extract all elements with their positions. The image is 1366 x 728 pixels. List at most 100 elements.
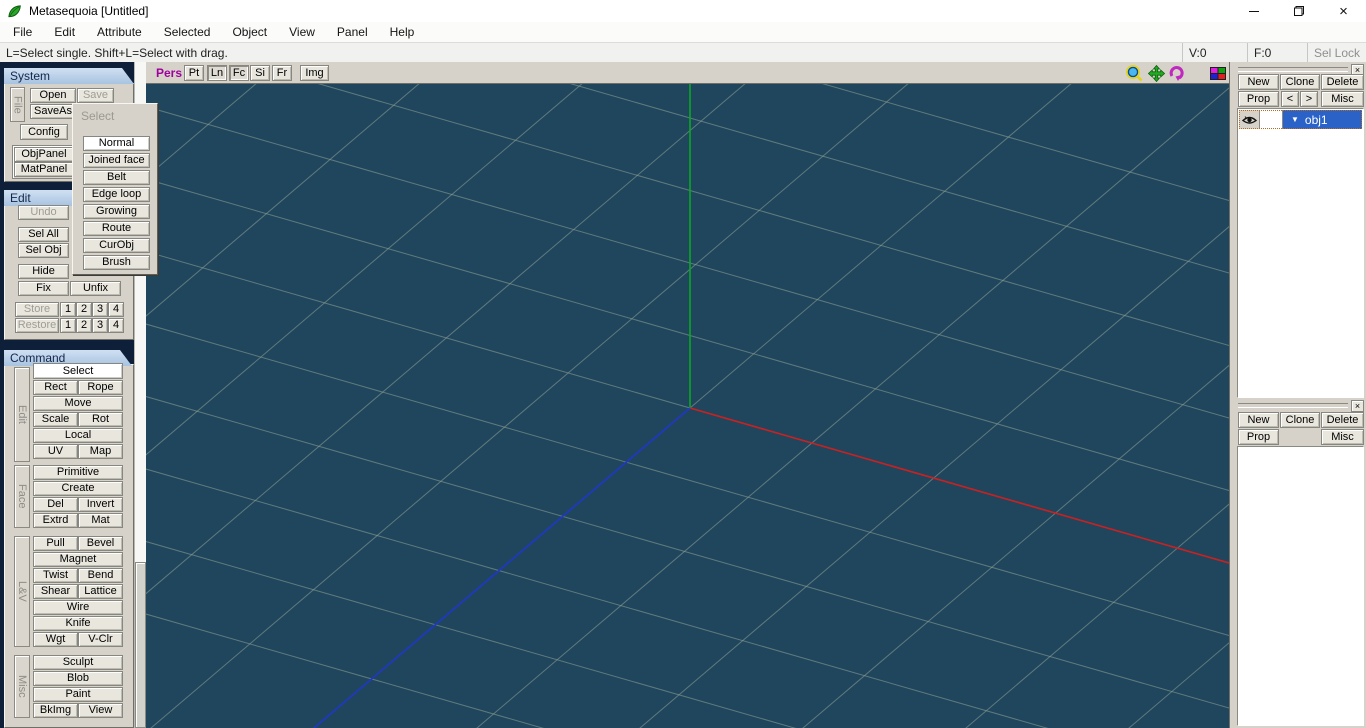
store-button[interactable]: Store [15,302,59,317]
sculpt-button[interactable]: Sculpt [33,655,123,670]
extrd-button[interactable]: Extrd [33,513,78,528]
img-button[interactable]: Img [300,65,329,81]
saveas-button[interactable]: SaveAs [30,104,76,119]
object-prev-button[interactable]: < [1281,91,1299,107]
material-panel-grip[interactable] [1238,403,1348,408]
restore-slot-1[interactable]: 1 [60,318,76,333]
palette-icon[interactable] [1209,65,1226,81]
view-button[interactable]: View [78,703,123,718]
shear-button[interactable]: Shear [33,584,78,599]
save-button[interactable]: Save [77,88,114,103]
select-mode-route[interactable]: Route [83,221,150,236]
menu-object[interactable]: Object [221,22,278,42]
select-mode-joined-face[interactable]: Joined face [83,153,150,168]
menu-panel[interactable]: Panel [326,22,379,42]
lock-toggle-cell[interactable] [1260,110,1283,129]
move-button[interactable]: Move [33,396,123,411]
select-mode-growing[interactable]: Growing [83,204,150,219]
vclr-button[interactable]: V-Clr [78,632,123,647]
toggle-si-button[interactable]: Si [250,65,270,81]
store-slot-2[interactable]: 2 [76,302,92,317]
knife-button[interactable]: Knife [33,616,123,631]
object-prop-button[interactable]: Prop [1238,91,1279,107]
rect-button[interactable]: Rect [33,380,78,395]
restore-button[interactable] [1276,0,1321,22]
menu-selected[interactable]: Selected [153,22,222,42]
material-list[interactable] [1237,446,1364,726]
rot-button[interactable]: Rot [78,412,123,427]
uv-button[interactable]: UV [33,444,78,459]
material-misc-button[interactable]: Misc [1321,429,1364,445]
zoom-tool-icon[interactable] [1125,64,1143,81]
material-delete-button[interactable]: Delete [1321,412,1364,428]
open-button[interactable]: Open [30,88,76,103]
toggle-lines-button[interactable]: Ln [207,65,227,81]
select-mode-belt[interactable]: Belt [83,170,150,185]
menu-help[interactable]: Help [379,22,426,42]
toggle-faces-button[interactable]: Fc [229,65,249,81]
view-mode-label[interactable]: Pers [156,66,182,80]
toggle-points-button[interactable]: Pt [184,65,204,81]
hide-button[interactable]: Hide [18,264,69,279]
object-panel-grip[interactable] [1238,67,1348,72]
map-button[interactable]: Map [78,444,123,459]
scale-button[interactable]: Scale [33,412,78,427]
lattice-button[interactable]: Lattice [78,584,123,599]
object-list-item[interactable]: ▼ obj1 [1239,110,1362,129]
pull-button[interactable]: Pull [33,536,78,551]
bevel-button[interactable]: Bevel [78,536,123,551]
select-mode-normal[interactable]: Normal [83,136,150,151]
paint-button[interactable]: Paint [33,687,123,702]
sel-lock-indicator[interactable]: Sel Lock [1308,43,1366,62]
visibility-toggle[interactable] [1239,110,1260,129]
blob-button[interactable]: Blob [33,671,123,686]
object-clone-button[interactable]: Clone [1280,74,1320,90]
object-misc-button[interactable]: Misc [1321,91,1364,107]
object-name-cell[interactable]: ▼ obj1 [1283,110,1362,129]
material-new-button[interactable]: New [1238,412,1279,428]
del-button[interactable]: Del [33,497,78,512]
mat-button[interactable]: Mat [78,513,123,528]
menu-view[interactable]: View [278,22,326,42]
material-prop-button[interactable]: Prop [1238,429,1279,445]
fix-button[interactable]: Fix [18,281,69,296]
local-button[interactable]: Local [33,428,123,443]
config-button[interactable]: Config [20,124,68,140]
sidebar-scrollbar-thumb[interactable] [135,562,146,728]
store-slot-3[interactable]: 3 [92,302,108,317]
objpanel-button[interactable]: ObjPanel [14,147,74,162]
rope-button[interactable]: Rope [78,380,123,395]
object-new-button[interactable]: New [1238,74,1279,90]
material-clone-button[interactable]: Clone [1280,412,1320,428]
magnet-button[interactable]: Magnet [33,552,123,567]
rotate-tool-icon[interactable] [1167,65,1185,81]
select-mode-brush[interactable]: Brush [83,255,150,270]
object-delete-button[interactable]: Delete [1321,74,1364,90]
object-list[interactable]: ▼ obj1 [1237,108,1364,398]
create-button[interactable]: Create [33,481,123,496]
material-panel-close-button[interactable]: × [1351,400,1364,412]
undo-button[interactable]: Undo [18,205,69,220]
wgt-button[interactable]: Wgt [33,632,78,647]
bkimg-button[interactable]: BkImg [33,703,78,718]
sel-all-button[interactable]: Sel All [18,227,69,242]
toggle-fr-button[interactable]: Fr [272,65,292,81]
twist-button[interactable]: Twist [33,568,78,583]
sel-obj-button[interactable]: Sel Obj [18,243,69,258]
store-slot-4[interactable]: 4 [108,302,124,317]
viewport-canvas[interactable] [146,84,1229,728]
restore-slot-3[interactable]: 3 [92,318,108,333]
select-mode-edge-loop[interactable]: Edge loop [83,187,150,202]
menu-attribute[interactable]: Attribute [86,22,153,42]
minimize-button[interactable] [1231,0,1276,22]
restore-slot-2[interactable]: 2 [76,318,92,333]
pan-tool-icon[interactable] [1147,64,1165,82]
select-mode-curobj[interactable]: CurObj [83,238,150,253]
primitive-button[interactable]: Primitive [33,465,123,480]
restore-slot-4[interactable]: 4 [108,318,124,333]
menu-file[interactable]: File [2,22,43,42]
menu-edit[interactable]: Edit [43,22,86,42]
select-command-button[interactable]: Select [33,363,123,379]
restore-button[interactable]: Restore [15,318,59,333]
wire-button[interactable]: Wire [33,600,123,615]
